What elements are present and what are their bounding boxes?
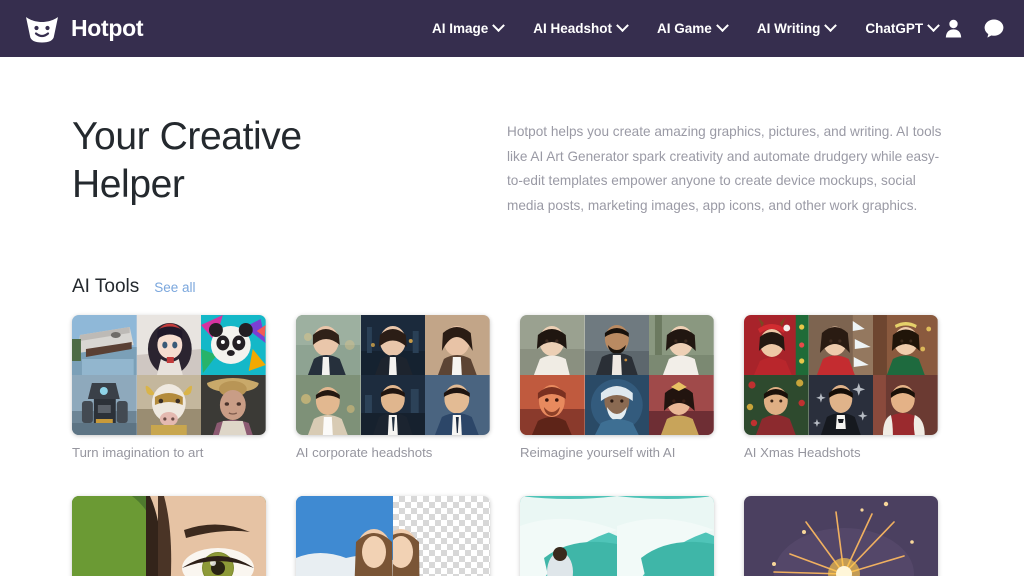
thumb-cell-fantasy-heroine: [649, 374, 714, 435]
thumb-cell-wave-clean: [617, 495, 714, 576]
hotpot-smiley-pot-icon: [24, 14, 60, 44]
thumb-cell-sparkler: [744, 495, 938, 576]
thumb-cell-xmas-man-tree: [744, 374, 809, 435]
chat-bubble-icon[interactable]: [984, 19, 1004, 38]
nav-item-ai-image[interactable]: AI Image: [432, 19, 518, 36]
card-thumbnail: [520, 314, 714, 435]
hero-title-line-1: Your Creative: [72, 115, 302, 158]
thumb-cell-xmas-man-tuxedo: [808, 374, 874, 435]
thumb-cell-xmas-woman-green-dress: [873, 314, 938, 375]
card-thumbnail: [520, 495, 714, 576]
chevron-down-icon: [927, 19, 940, 33]
tool-card-sparkler[interactable]: [744, 495, 938, 576]
thumb-cell-portrait-woman-street: [520, 314, 585, 375]
main-navigation: AI Image AI Headshot AI Game AI Writing …: [432, 19, 953, 36]
card-thumbnail: [296, 314, 490, 435]
thumb-cell-fantasy-elder-blue: [584, 374, 650, 435]
tool-card-background-remover[interactable]: [296, 495, 490, 576]
thumb-cell-fantasy-warrior-red: [520, 374, 585, 435]
thumb-cell-headshot-man-3: [425, 374, 490, 435]
thumb-cell-headshot-woman-3: [425, 314, 490, 375]
chevron-down-icon: [824, 19, 838, 33]
thumb-cell-headshot-woman-2: [360, 314, 426, 375]
page-title: Your Creative Helper: [72, 113, 507, 208]
card-label: Reimagine yourself with AI: [520, 444, 676, 460]
thumb-cell-transparent-result: [393, 495, 490, 576]
hero-text-block: Your Creative Helper: [72, 113, 507, 219]
thumb-cell-portrait-woman-outdoor: [649, 314, 714, 375]
nav-item-ai-headshot[interactable]: AI Headshot: [518, 19, 642, 36]
card-thumbnail: [72, 495, 266, 576]
nav-label: AI Game: [657, 21, 712, 36]
thumb-cell-xmas-man-fur: [873, 374, 938, 435]
thumb-cell-anime-girl: [136, 314, 202, 375]
tool-card-ai-corporate-headshots[interactable]: AI corporate headshots: [296, 314, 490, 460]
thumb-cell-portrait-man-suit: [584, 314, 650, 375]
user-account-icon[interactable]: [945, 19, 962, 38]
chevron-down-icon: [616, 19, 629, 33]
tool-card-object-remover[interactable]: [520, 495, 714, 576]
chevron-down-icon: [492, 19, 506, 33]
section-title: AI Tools: [72, 275, 140, 297]
brand-name: Hotpot: [71, 15, 144, 41]
hero-section: Your Creative Helper Hotpot helps you cr…: [0, 57, 1024, 219]
thumb-cell-headshot-woman-1: [296, 314, 361, 375]
thumb-cell-original-photo: [296, 495, 393, 576]
card-thumbnail: [744, 314, 938, 435]
card-label: Turn imagination to art: [72, 444, 204, 460]
nav-label: AI Headshot: [533, 21, 613, 36]
tool-card-reimagine-yourself-with-ai[interactable]: Reimagine yourself with AI: [520, 314, 714, 460]
thumb-cell-eye-closeup: [72, 495, 266, 576]
card-label: AI corporate headshots: [296, 444, 433, 460]
thumb-cell-golden-bull: [136, 374, 202, 435]
card-label: AI Xmas Headshots: [744, 444, 861, 460]
site-header: Hotpot AI Image AI Headshot AI Game AI W…: [0, 0, 1024, 57]
nav-item-ai-game[interactable]: AI Game: [642, 19, 742, 36]
nav-item-ai-writing[interactable]: AI Writing: [742, 19, 851, 36]
hero-description-block: Hotpot helps you create amazing graphics…: [507, 113, 947, 219]
hero-description: Hotpot helps you create amazing graphics…: [507, 124, 942, 214]
thumb-cell-elderly-woman: [201, 374, 266, 435]
ai-tools-section: AI Tools See all Turn imagination to art…: [0, 276, 1024, 576]
nav-label: AI Image: [432, 21, 489, 36]
see-all-link[interactable]: See all: [154, 280, 195, 295]
section-header: AI Tools See all: [72, 276, 952, 298]
thumb-cell-wave-with-surfer: [520, 495, 617, 576]
brand-logo-link[interactable]: Hotpot: [24, 14, 144, 44]
thumb-cell-colorful-panda: [201, 314, 266, 375]
hero-title-line-2: Helper: [72, 162, 185, 206]
header-actions: [945, 19, 1004, 38]
card-thumbnail: [72, 314, 266, 435]
card-thumbnail: [744, 495, 938, 576]
thumb-cell-xmas-woman-santa-hat: [744, 314, 809, 375]
thumb-cell-architecture: [72, 314, 137, 375]
nav-label: AI Writing: [756, 21, 821, 36]
tool-card-ai-xmas-headshots[interactable]: AI Xmas Headshots: [744, 314, 938, 460]
nav-item-chatgpt[interactable]: ChatGPT: [850, 19, 953, 36]
card-thumbnail: [296, 495, 490, 576]
tool-card-photo-enhance[interactable]: [72, 495, 266, 576]
chevron-down-icon: [715, 19, 729, 33]
thumb-cell-xmas-woman-snow: [808, 314, 874, 375]
thumb-cell-headshot-man-1: [296, 374, 361, 435]
tool-card-grid: Turn imagination to art AI corporate hea…: [72, 314, 952, 576]
nav-label: ChatGPT: [865, 21, 924, 36]
thumb-cell-mech-robot: [72, 374, 137, 435]
thumb-cell-headshot-man-2: [360, 374, 426, 435]
tool-card-turn-imagination-to-art[interactable]: Turn imagination to art: [72, 314, 266, 460]
